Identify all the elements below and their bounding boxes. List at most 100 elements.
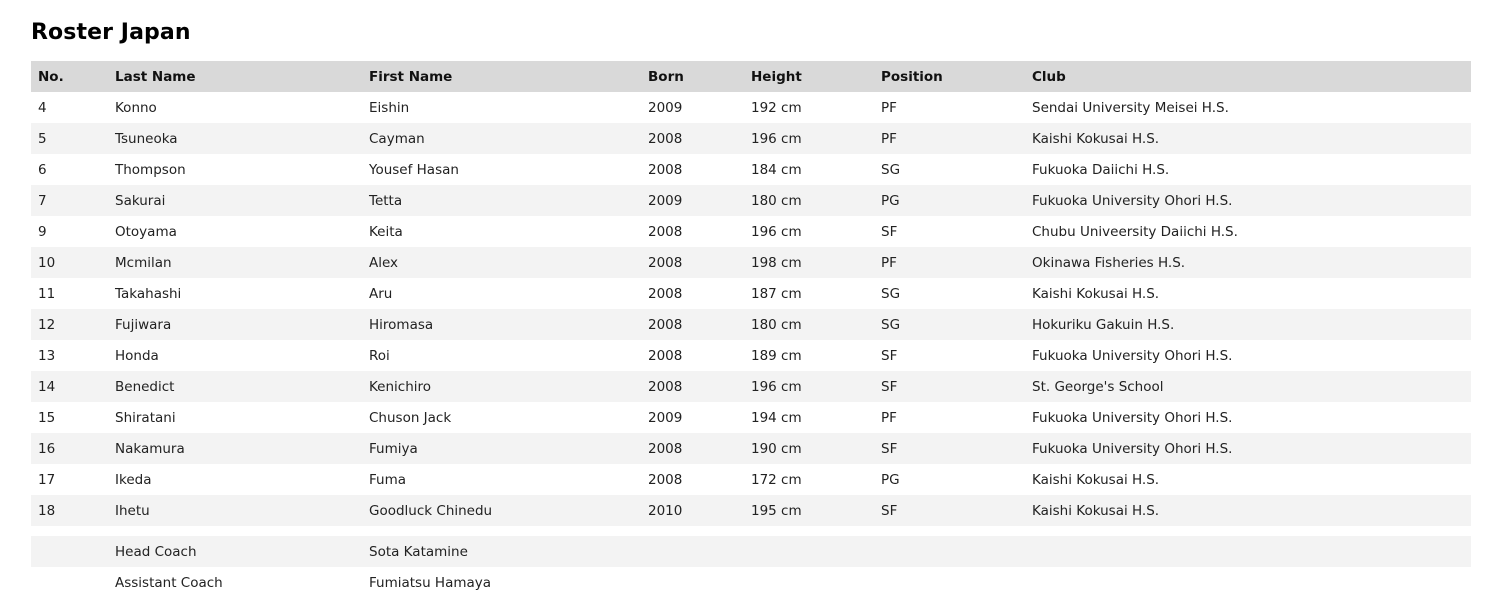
cell-position: PF	[881, 409, 897, 426]
cell-club: Fukuoka University Ohori H.S.	[1025, 185, 1471, 216]
cell-born: 2008	[641, 247, 744, 278]
cell-no: 6	[38, 161, 47, 178]
cell-height: 196 cm	[744, 371, 874, 402]
column-header-club: Club	[1025, 61, 1471, 92]
cell-first-name: Chuson Jack	[369, 409, 452, 426]
cell-height: 187 cm	[751, 285, 802, 302]
cell-position: PF	[881, 99, 897, 116]
cell-first-name: Keita	[369, 223, 403, 240]
cell-position: SG	[881, 161, 901, 178]
staff-role: Assistant Coach	[115, 574, 223, 591]
cell-club: Hokuriku Gakuin H.S.	[1025, 309, 1471, 340]
table-row: 9 Otoyama Keita 2008 196 cm SF Chubu Univeersi…	[31, 216, 1471, 247]
cell-no: 12	[31, 309, 108, 340]
cell-club: Kaishi Kokusai H.S.	[1032, 471, 1160, 488]
cell-position: PF	[874, 123, 1025, 154]
cell-no: 7	[31, 185, 108, 216]
cell-no: 4	[38, 99, 47, 116]
cell-club: Kaishi Kokusai H.S.	[1025, 495, 1471, 526]
cell-first-name: Roi	[369, 347, 390, 364]
cell-club: Fukuoka University Ohori H.S.	[1032, 409, 1233, 426]
cell-first-name: Eishin	[369, 99, 410, 116]
cell-no: 16	[31, 433, 108, 464]
cell-born: 2008	[648, 223, 683, 240]
cell-first-name: Yousef Hasan	[369, 161, 459, 178]
cell-position: SF	[874, 371, 1025, 402]
cell-height: 190 cm	[744, 433, 874, 464]
table-spacer	[31, 526, 1471, 536]
cell-last-name: Fujiwara	[108, 309, 362, 340]
cell-height: 180 cm	[744, 309, 874, 340]
cell-first-name: Goodluck Chinedu	[362, 495, 641, 526]
cell-born: 2009	[648, 99, 683, 116]
cell-no: 17	[38, 471, 56, 488]
table-row: 15 Shiratani Chuson Jack 2009 194 cm PF Fukuok…	[31, 402, 1471, 433]
cell-first-name: Cayman	[362, 123, 641, 154]
cell-no: 11	[38, 285, 56, 302]
cell-club: Fukuoka University Ohori H.S.	[1025, 433, 1471, 464]
cell-empty	[874, 536, 1025, 567]
cell-position: SG	[874, 309, 1025, 340]
cell-born: 2009	[648, 409, 683, 426]
cell-position: SF	[881, 223, 898, 240]
cell-last-name: Nakamura	[108, 433, 362, 464]
table-row: 14 Benedict Kenichiro 2008 196 cm SF St. Georg…	[31, 371, 1471, 402]
table-row: 17 Ikeda Fuma 2008 172 cm PG Kaishi Kokusai H.…	[31, 464, 1471, 495]
cell-no: 10	[31, 247, 108, 278]
staff-role: Head Coach	[108, 536, 362, 567]
cell-empty	[641, 567, 744, 598]
cell-position: PF	[874, 247, 1025, 278]
cell-position: SG	[881, 285, 901, 302]
cell-height: 184 cm	[751, 161, 802, 178]
cell-born: 2008	[648, 161, 683, 178]
cell-club: Kaishi Kokusai H.S.	[1025, 123, 1471, 154]
cell-position: SF	[881, 347, 898, 364]
cell-no: 14	[31, 371, 108, 402]
cell-born: 2008	[648, 285, 683, 302]
cell-height: 192 cm	[751, 99, 802, 116]
cell-first-name: Hiromasa	[362, 309, 641, 340]
cell-no: 5	[31, 123, 108, 154]
cell-club: Kaishi Kokusai H.S.	[1032, 285, 1160, 302]
cell-club: St. George's School	[1025, 371, 1471, 402]
cell-born: 2008	[648, 471, 683, 488]
staff-row: Head Coach Sota Katamine	[31, 536, 1471, 567]
cell-club: Sendai University Meisei H.S.	[1032, 99, 1229, 116]
cell-last-name: Takahashi	[115, 285, 182, 302]
staff-name: Sota Katamine	[362, 536, 641, 567]
cell-position: SF	[874, 433, 1025, 464]
cell-club: Fukuoka Daiichi H.S.	[1032, 161, 1170, 178]
cell-first-name: Alex	[362, 247, 641, 278]
cell-empty	[744, 536, 874, 567]
column-header-height: Height	[744, 61, 874, 92]
cell-height: 195 cm	[744, 495, 874, 526]
cell-first-name: Kenichiro	[362, 371, 641, 402]
cell-empty	[31, 536, 108, 567]
cell-born: 2009	[641, 185, 744, 216]
cell-born: 2008	[641, 433, 744, 464]
cell-empty	[641, 536, 744, 567]
cell-first-name: Fumiya	[362, 433, 641, 464]
page-title: Roster Japan	[31, 20, 191, 45]
cell-last-name: Ikeda	[115, 471, 152, 488]
cell-club: Fukuoka University Ohori H.S.	[1032, 347, 1233, 364]
cell-born: 2008	[648, 347, 683, 364]
cell-height: 196 cm	[751, 223, 802, 240]
staff-row: Assistant Coach Fumiatsu Hamaya	[31, 567, 1471, 598]
cell-first-name: Tetta	[362, 185, 641, 216]
cell-last-name: Tsuneoka	[108, 123, 362, 154]
column-header-no: No.	[31, 61, 108, 92]
cell-first-name: Aru	[369, 285, 393, 302]
table-row: 10 Mcmilan Alex 2008 198 cm PF Okinawa Fisheri…	[31, 247, 1471, 278]
table-header-row: No. Last Name First Name Born Height Pos…	[31, 61, 1471, 92]
staff-body: Head Coach Sota Katamine Assistant Coach Fu…	[31, 536, 1471, 598]
table-row: 7 Sakurai Tetta 2009 180 cm PG Fukuoka Univers…	[31, 185, 1471, 216]
cell-last-name: Thompson	[115, 161, 186, 178]
staff-name: Fumiatsu Hamaya	[369, 574, 492, 591]
cell-height: 194 cm	[751, 409, 802, 426]
table-row: 4 Konno Eishin 2009 192 cm PF Sendai Universit…	[31, 92, 1471, 123]
cell-height: 180 cm	[744, 185, 874, 216]
cell-no: 15	[38, 409, 56, 426]
cell-born: 2010	[641, 495, 744, 526]
table-row: 5 Tsuneoka Cayman 2008 196 cm PF Kaishi Kokusa…	[31, 123, 1471, 154]
